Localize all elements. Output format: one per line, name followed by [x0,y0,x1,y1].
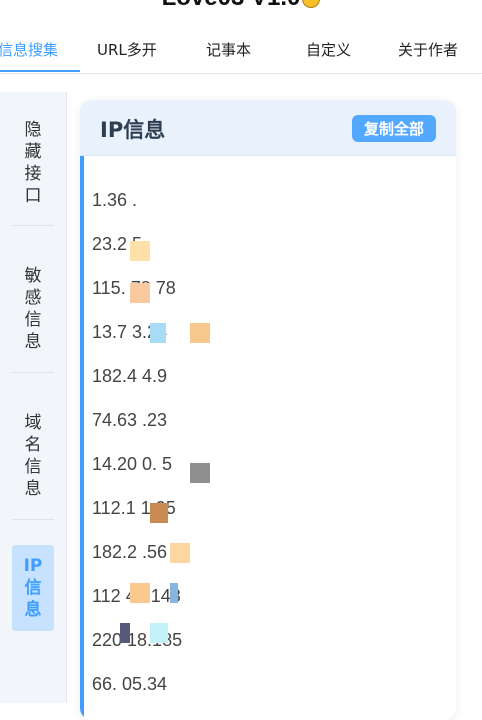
redaction-mask [120,623,130,643]
nav-divider [12,225,54,226]
ip-row: 182.4 4.9 [92,366,168,386]
emoji-icon [302,0,321,8]
ip-row: 14.20 0. 5 [92,454,173,474]
redaction-mask [190,323,210,343]
active-tab-indicator [0,70,80,72]
tab-info-collect[interactable]: 信息搜集 [0,39,58,60]
nav-label: 隐藏接口 [24,120,42,206]
tab-about-author[interactable]: 关于作者 [398,39,458,60]
ip-row: 66. 05.34 [92,674,168,694]
redaction-mask [170,543,190,563]
tab-custom[interactable]: 自定义 [306,39,351,60]
nav-divider [12,372,54,373]
redaction-mask [190,463,210,483]
tab-bar: 信息搜集 URL多开 记事本 自定义 关于作者 [0,26,482,74]
nav-item-domain-info[interactable]: 域名信息 [12,412,54,500]
side-nav: 隐藏接口 敏感信息 域名信息 IP 信息 [0,92,67,703]
nav-label: 敏感信息 [24,266,42,352]
copy-all-button[interactable]: 复制全部 [352,115,436,142]
card-title: IP信息 [100,118,166,142]
redaction-mask [150,503,168,523]
redaction-mask [130,583,150,603]
ip-row: 74.63 .23 [92,410,168,430]
ip-row: 1.36 . [92,190,138,210]
ip-row: 220 18.185 [92,630,183,650]
redaction-mask [170,583,178,603]
ip-info-card: IP信息 复制全部 1.36 . 23.2 5 115. 78 78 13.7 … [80,100,456,720]
tab-notepad[interactable]: 记事本 [206,39,251,60]
redaction-mask [130,241,150,261]
nav-item-hidden-api[interactable]: 隐藏接口 [12,119,54,207]
nav-divider [12,519,54,520]
ip-row: 182.2 .56 [92,542,168,562]
nav-item-ip-info[interactable]: IP 信息 [12,545,54,631]
card-header: IP信息 复制全部 [80,100,456,156]
redaction-mask [150,623,168,643]
nav-label: IP 信息 [23,556,43,620]
app-title: Love03 V1.0 [0,0,482,12]
nav-item-sensitive-info[interactable]: 敏感信息 [12,265,54,353]
tab-url-multi[interactable]: URL多开 [97,39,157,60]
redaction-mask [130,283,150,303]
nav-label: 域名信息 [24,413,42,499]
redaction-mask [150,323,166,343]
